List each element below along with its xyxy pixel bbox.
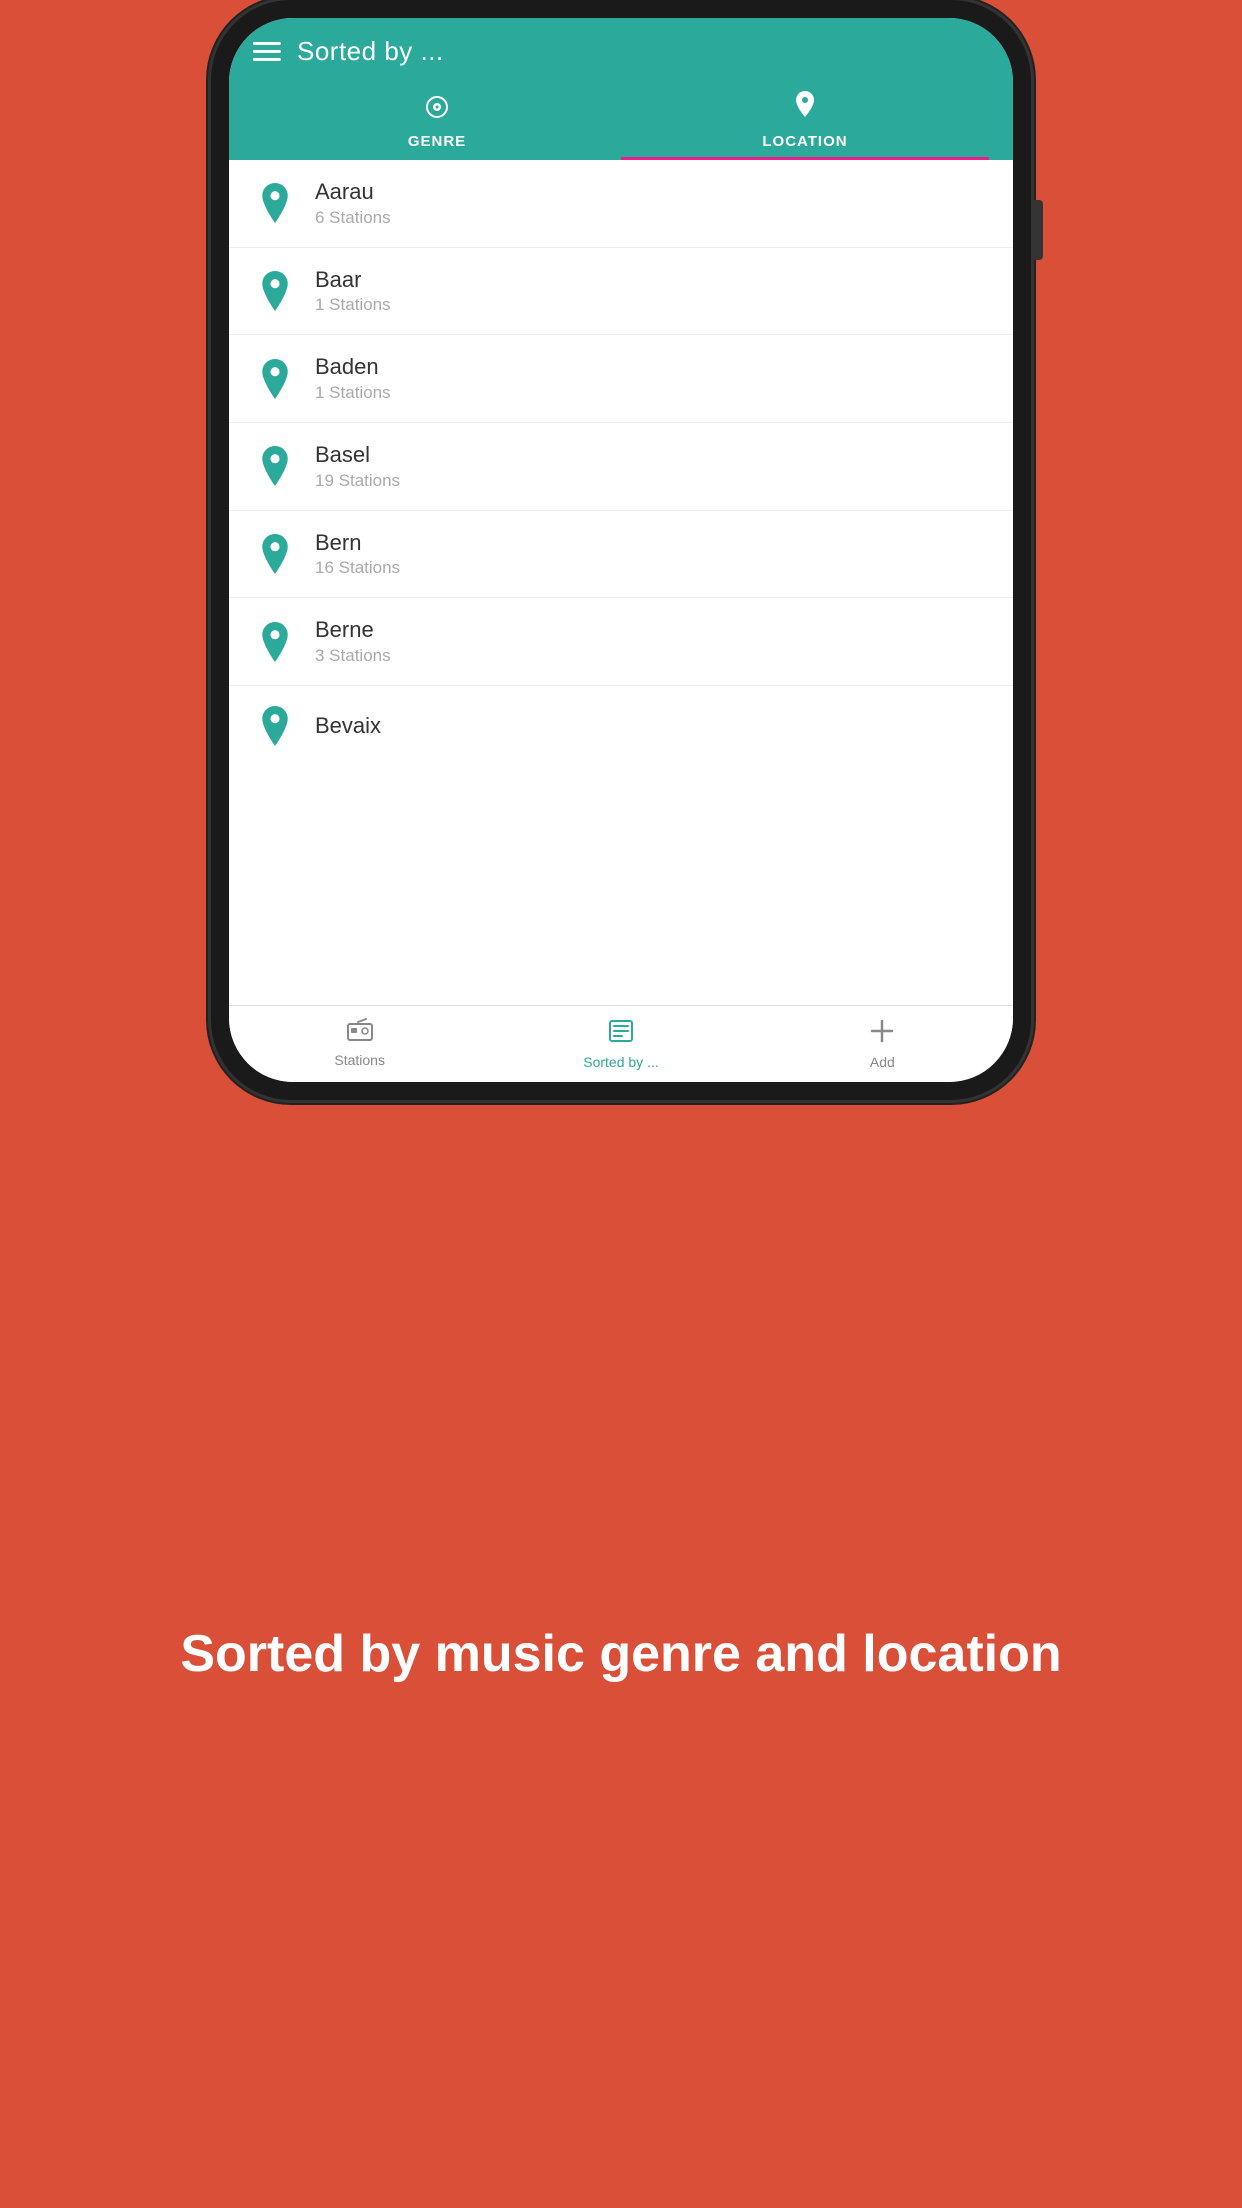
item-count: 1 Stations: [315, 294, 391, 316]
item-text-baden: Baden 1 Stations: [315, 353, 391, 404]
item-name: Berne: [315, 616, 391, 645]
item-text-aarau: Aarau 6 Stations: [315, 178, 391, 229]
app-header: Sorted by ... GENRE: [229, 18, 1013, 160]
hamburger-button[interactable]: [253, 42, 281, 61]
tab-genre-label: GENRE: [408, 133, 466, 150]
stations-nav-icon: [346, 1018, 374, 1048]
nav-stations[interactable]: Stations: [229, 1006, 490, 1082]
item-name: Baar: [315, 266, 391, 295]
tab-location[interactable]: LOCATION: [621, 79, 989, 160]
pin-icon-aarau: [253, 181, 297, 225]
item-name: Bern: [315, 529, 400, 558]
add-nav-icon: [869, 1018, 895, 1050]
bottom-text-area: Sorted by music genre and location: [120, 1100, 1121, 2208]
list-item-berne[interactable]: Berne 3 Stations: [229, 598, 1013, 686]
item-text-basel: Basel 19 Stations: [315, 441, 400, 492]
list-item-baden[interactable]: Baden 1 Stations: [229, 335, 1013, 423]
item-name: Baden: [315, 353, 391, 382]
list-item-basel[interactable]: Basel 19 Stations: [229, 423, 1013, 511]
tab-bar: GENRE LOCATION: [253, 79, 989, 160]
pin-icon-bern: [253, 532, 297, 576]
header-top: Sorted by ...: [253, 36, 989, 79]
pin-icon-bevaix: [253, 704, 297, 748]
item-name: Basel: [315, 441, 400, 470]
tab-location-label: LOCATION: [762, 133, 847, 150]
pin-icon-basel: [253, 444, 297, 488]
genre-icon: [423, 93, 451, 127]
item-text-berne: Berne 3 Stations: [315, 616, 391, 667]
item-count: 19 Stations: [315, 470, 400, 492]
location-icon: [793, 91, 817, 127]
item-count: 1 Stations: [315, 382, 391, 404]
nav-add[interactable]: Add: [752, 1006, 1013, 1082]
nav-stations-label: Stations: [334, 1052, 385, 1068]
item-count: 16 Stations: [315, 557, 400, 579]
sorted-nav-icon: [608, 1018, 634, 1050]
bottom-nav: Stations Sorted by ...: [229, 1005, 1013, 1082]
location-list: Aarau 6 Stations Baar 1 Stations: [229, 160, 1013, 1005]
pin-icon-berne: [253, 620, 297, 664]
nav-sorted-label: Sorted by ...: [583, 1054, 658, 1070]
pin-icon-baar: [253, 269, 297, 313]
nav-sorted[interactable]: Sorted by ...: [490, 1006, 751, 1082]
tagline: Sorted by music genre and location: [180, 1623, 1061, 1685]
phone-frame: Sorted by ... GENRE: [211, 0, 1031, 1100]
list-item-baar[interactable]: Baar 1 Stations: [229, 248, 1013, 336]
item-name: Aarau: [315, 178, 391, 207]
tab-genre-indicator: [253, 157, 621, 160]
item-text-bern: Bern 16 Stations: [315, 529, 400, 580]
item-count: 3 Stations: [315, 645, 391, 667]
item-text-bevaix: Bevaix: [315, 712, 381, 741]
nav-add-label: Add: [870, 1054, 895, 1070]
item-text-baar: Baar 1 Stations: [315, 266, 391, 317]
header-title: Sorted by ...: [297, 36, 444, 67]
phone-container: Sorted by ... GENRE: [211, 0, 1031, 1100]
item-count: 6 Stations: [315, 207, 391, 229]
item-name: Bevaix: [315, 712, 381, 741]
list-item-aarau[interactable]: Aarau 6 Stations: [229, 160, 1013, 248]
list-item-bern[interactable]: Bern 16 Stations: [229, 511, 1013, 599]
list-item-bevaix-partial[interactable]: Bevaix: [229, 686, 1013, 766]
tab-genre[interactable]: GENRE: [253, 81, 621, 160]
phone-screen: Sorted by ... GENRE: [229, 18, 1013, 1082]
pin-icon-baden: [253, 357, 297, 401]
tab-location-indicator: [621, 157, 989, 160]
